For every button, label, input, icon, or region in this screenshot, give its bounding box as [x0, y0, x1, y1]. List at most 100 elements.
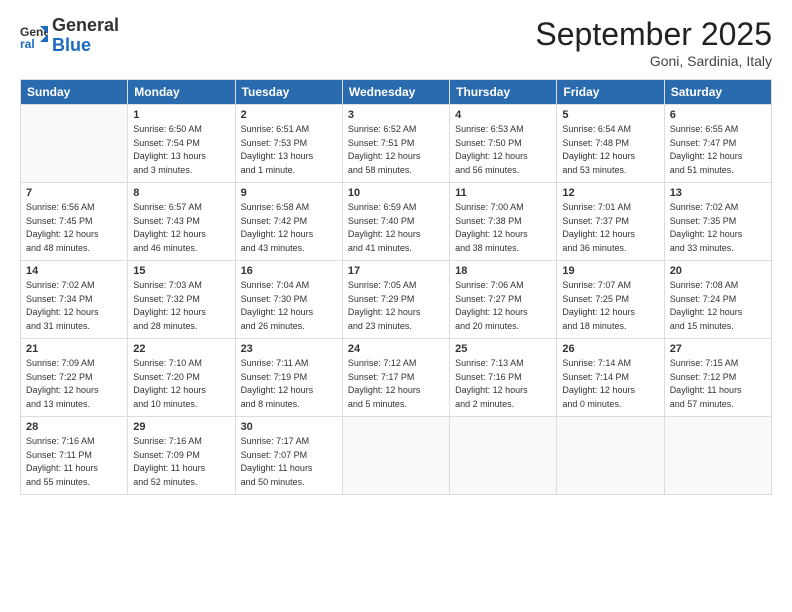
day-number: 19 [562, 265, 658, 277]
day-info: Sunrise: 7:09 AM Sunset: 7:22 PM Dayligh… [26, 357, 122, 411]
day-number: 7 [26, 187, 122, 199]
week-row-5: 28Sunrise: 7:16 AM Sunset: 7:11 PM Dayli… [21, 417, 772, 495]
day-cell: 5 Sunrise: 6:54 AM Sunset: 7:48 PM Daylig… [557, 105, 664, 183]
day-info: Sunrise: 7:11 AM Sunset: 7:19 PM Dayligh… [241, 357, 337, 411]
week-row-4: 21 Sunrise: 7:09 AM Sunset: 7:22 PM Dayli… [21, 339, 772, 417]
day-number: 23 [241, 343, 337, 355]
day-cell: 6 Sunrise: 6:55 AM Sunset: 7:47 PM Daylig… [664, 105, 771, 183]
day-info: Sunrise: 7:15 AM Sunset: 7:12 PM Dayligh… [670, 357, 766, 411]
day-cell: 14 Sunrise: 7:02 AM Sunset: 7:34 PM Dayli… [21, 261, 128, 339]
day-cell: 9Sunrise: 6:58 AM Sunset: 7:42 PM Daylig… [235, 183, 342, 261]
calendar-table: SundayMondayTuesdayWednesdayThursdayFrid… [20, 79, 772, 495]
day-number: 25 [455, 343, 551, 355]
day-cell [450, 417, 557, 495]
week-row-1: 1 Sunrise: 6:50 AM Sunset: 7:54 PM Daylig… [21, 105, 772, 183]
logo-general-text: General [52, 15, 119, 35]
day-number: 24 [348, 343, 444, 355]
svg-text:ral: ral [20, 37, 35, 50]
day-cell: 27 Sunrise: 7:15 AM Sunset: 7:12 PM Dayli… [664, 339, 771, 417]
day-number: 1 [133, 109, 229, 121]
day-cell [342, 417, 449, 495]
day-number: 10 [348, 187, 444, 199]
day-info: Sunrise: 7:13 AM Sunset: 7:16 PM Dayligh… [455, 357, 551, 411]
day-info: Sunrise: 7:17 AM Sunset: 7:07 PM Dayligh… [241, 435, 337, 489]
day-number: 13 [670, 187, 766, 199]
day-info: Sunrise: 7:02 AM Sunset: 7:34 PM Dayligh… [26, 279, 122, 333]
day-cell: 30 Sunrise: 7:17 AM Sunset: 7:07 PM Dayli… [235, 417, 342, 495]
day-number: 12 [562, 187, 658, 199]
day-cell: 11Sunrise: 7:00 AM Sunset: 7:38 PM Dayli… [450, 183, 557, 261]
day-number: 6 [670, 109, 766, 121]
day-info: Sunrise: 7:14 AM Sunset: 7:14 PM Dayligh… [562, 357, 658, 411]
col-header-monday: Monday [128, 80, 235, 105]
title-block: September 2025 Goni, Sardinia, Italy [535, 16, 772, 69]
day-cell: 1 Sunrise: 6:50 AM Sunset: 7:54 PM Daylig… [128, 105, 235, 183]
day-info: Sunrise: 6:56 AM Sunset: 7:45 PM Dayligh… [26, 201, 122, 255]
day-info: Sunrise: 6:54 AM Sunset: 7:48 PM Dayligh… [562, 123, 658, 177]
day-cell: 2 Sunrise: 6:51 AM Sunset: 7:53 PM Daylig… [235, 105, 342, 183]
day-cell: 13Sunrise: 7:02 AM Sunset: 7:35 PM Dayli… [664, 183, 771, 261]
day-number: 11 [455, 187, 551, 199]
day-number: 26 [562, 343, 658, 355]
day-cell: 25 Sunrise: 7:13 AM Sunset: 7:16 PM Dayli… [450, 339, 557, 417]
day-cell: 8Sunrise: 6:57 AM Sunset: 7:43 PM Daylig… [128, 183, 235, 261]
day-cell: 24Sunrise: 7:12 AM Sunset: 7:17 PM Dayli… [342, 339, 449, 417]
location: Goni, Sardinia, Italy [535, 53, 772, 69]
day-number: 8 [133, 187, 229, 199]
day-number: 27 [670, 343, 766, 355]
day-cell: 28Sunrise: 7:16 AM Sunset: 7:11 PM Dayli… [21, 417, 128, 495]
day-cell: 18 Sunrise: 7:06 AM Sunset: 7:27 PM Dayli… [450, 261, 557, 339]
day-info: Sunrise: 7:16 AM Sunset: 7:09 PM Dayligh… [133, 435, 229, 489]
day-number: 2 [241, 109, 337, 121]
logo-blue-text: Blue [52, 35, 91, 55]
logo-text: General Blue [52, 16, 119, 56]
day-cell: 22 Sunrise: 7:10 AM Sunset: 7:20 PM Dayli… [128, 339, 235, 417]
day-number: 15 [133, 265, 229, 277]
day-cell: 16 Sunrise: 7:04 AM Sunset: 7:30 PM Dayli… [235, 261, 342, 339]
day-info: Sunrise: 6:55 AM Sunset: 7:47 PM Dayligh… [670, 123, 766, 177]
day-number: 20 [670, 265, 766, 277]
day-number: 22 [133, 343, 229, 355]
day-info: Sunrise: 7:07 AM Sunset: 7:25 PM Dayligh… [562, 279, 658, 333]
col-header-saturday: Saturday [664, 80, 771, 105]
day-cell: 23 Sunrise: 7:11 AM Sunset: 7:19 PM Dayli… [235, 339, 342, 417]
day-cell: 12 Sunrise: 7:01 AM Sunset: 7:37 PM Dayli… [557, 183, 664, 261]
day-cell: 4 Sunrise: 6:53 AM Sunset: 7:50 PM Daylig… [450, 105, 557, 183]
day-number: 4 [455, 109, 551, 121]
day-cell: 3 Sunrise: 6:52 AM Sunset: 7:51 PM Daylig… [342, 105, 449, 183]
week-row-2: 7 Sunrise: 6:56 AM Sunset: 7:45 PM Daylig… [21, 183, 772, 261]
day-info: Sunrise: 7:01 AM Sunset: 7:37 PM Dayligh… [562, 201, 658, 255]
month-title: September 2025 [535, 16, 772, 53]
day-info: Sunrise: 6:52 AM Sunset: 7:51 PM Dayligh… [348, 123, 444, 177]
day-number: 29 [133, 421, 229, 433]
day-number: 16 [241, 265, 337, 277]
day-cell [21, 105, 128, 183]
day-info: Sunrise: 6:58 AM Sunset: 7:42 PM Dayligh… [241, 201, 337, 255]
col-header-sunday: Sunday [21, 80, 128, 105]
day-cell: 20 Sunrise: 7:08 AM Sunset: 7:24 PM Dayli… [664, 261, 771, 339]
day-number: 17 [348, 265, 444, 277]
day-info: Sunrise: 7:08 AM Sunset: 7:24 PM Dayligh… [670, 279, 766, 333]
day-info: Sunrise: 7:04 AM Sunset: 7:30 PM Dayligh… [241, 279, 337, 333]
day-number: 14 [26, 265, 122, 277]
day-cell: 21 Sunrise: 7:09 AM Sunset: 7:22 PM Dayli… [21, 339, 128, 417]
day-info: Sunrise: 7:05 AM Sunset: 7:29 PM Dayligh… [348, 279, 444, 333]
day-info: Sunrise: 6:51 AM Sunset: 7:53 PM Dayligh… [241, 123, 337, 177]
day-number: 30 [241, 421, 337, 433]
day-info: Sunrise: 7:16 AM Sunset: 7:11 PM Dayligh… [26, 435, 122, 489]
day-number: 18 [455, 265, 551, 277]
header: Gene ral General Blue September 2025 Gon… [20, 16, 772, 69]
day-cell: 29 Sunrise: 7:16 AM Sunset: 7:09 PM Dayli… [128, 417, 235, 495]
day-info: Sunrise: 7:10 AM Sunset: 7:20 PM Dayligh… [133, 357, 229, 411]
day-info: Sunrise: 7:06 AM Sunset: 7:27 PM Dayligh… [455, 279, 551, 333]
day-number: 3 [348, 109, 444, 121]
day-number: 5 [562, 109, 658, 121]
col-header-tuesday: Tuesday [235, 80, 342, 105]
week-row-3: 14 Sunrise: 7:02 AM Sunset: 7:34 PM Dayli… [21, 261, 772, 339]
day-number: 21 [26, 343, 122, 355]
day-cell: 10Sunrise: 6:59 AM Sunset: 7:40 PM Dayli… [342, 183, 449, 261]
col-header-thursday: Thursday [450, 80, 557, 105]
day-cell: 7 Sunrise: 6:56 AM Sunset: 7:45 PM Daylig… [21, 183, 128, 261]
day-info: Sunrise: 6:53 AM Sunset: 7:50 PM Dayligh… [455, 123, 551, 177]
day-info: Sunrise: 6:50 AM Sunset: 7:54 PM Dayligh… [133, 123, 229, 177]
